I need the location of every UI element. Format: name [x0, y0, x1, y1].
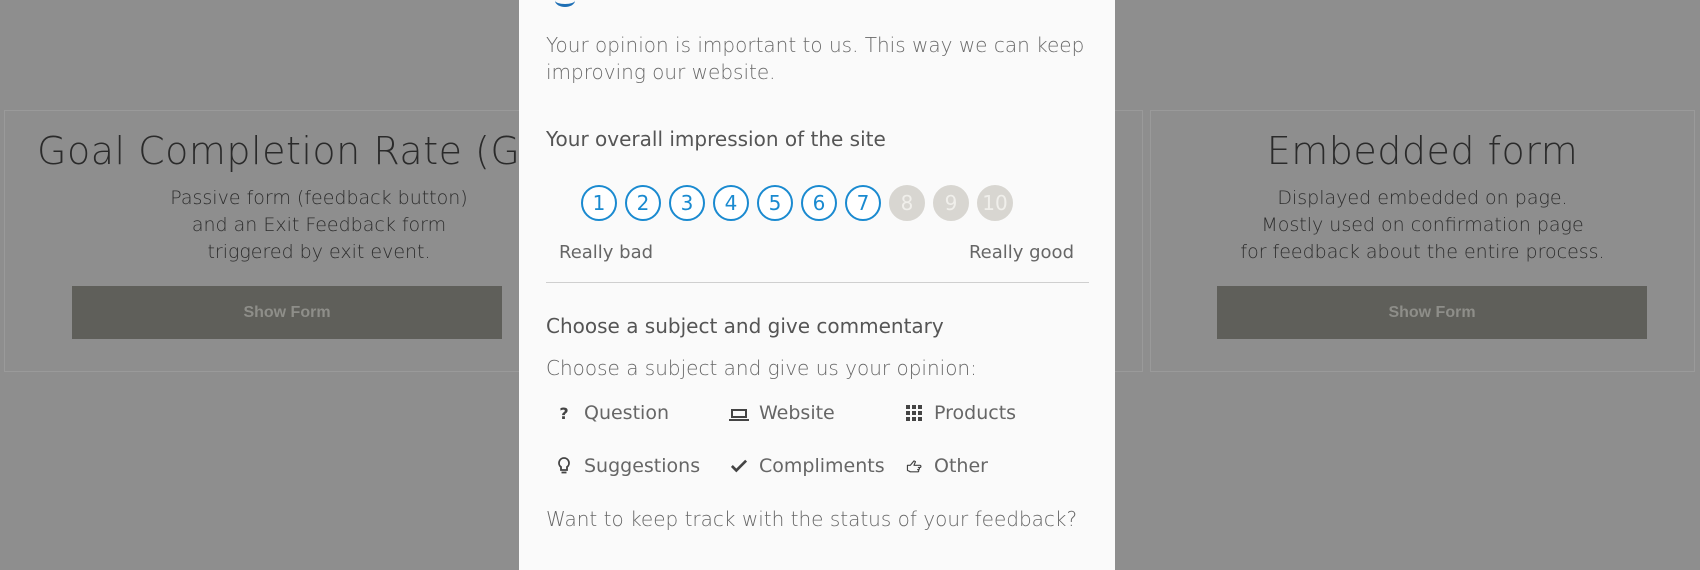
- lightbulb-icon: [556, 457, 572, 475]
- embedded-desc-line-3: for feedback about the entire process.: [1240, 241, 1605, 263]
- embedded-desc-line-2: Mostly used on confirmation page: [1261, 214, 1584, 236]
- rating-low-label: Really bad: [559, 242, 654, 263]
- embedded-card-description: Displayed embedded on page. Mostly used …: [1151, 185, 1694, 266]
- subject-suggestions[interactable]: Suggestions: [556, 455, 700, 477]
- question-mark-icon: ?: [559, 403, 569, 423]
- subject-compliments-label: Compliments: [759, 455, 885, 477]
- section-divider: [546, 282, 1089, 283]
- tracking-prompt: Want to keep track with the status of yo…: [546, 507, 1078, 531]
- checkmark-icon: [731, 457, 747, 475]
- feedback-modal: Your opinion is important to us. This wa…: [519, 0, 1115, 570]
- rating-scale: 1 2 3 4 5 6 7 8 9 10: [581, 185, 1013, 221]
- rating-option-6[interactable]: 6: [801, 185, 837, 221]
- subject-question[interactable]: ? Question: [556, 402, 669, 424]
- logo-icon: [555, 0, 575, 7]
- subject-products-label: Products: [934, 402, 1017, 424]
- rating-option-2[interactable]: 2: [625, 185, 661, 221]
- modal-intro-text: Your opinion is important to us. This wa…: [546, 33, 1085, 84]
- embedded-form-card: Embedded form Displayed embedded on page…: [1150, 110, 1695, 372]
- rating-option-8[interactable]: 8: [889, 185, 925, 221]
- subject-other[interactable]: Other: [906, 455, 988, 477]
- embedded-card-title: Embedded form: [1266, 129, 1579, 173]
- rating-title: Your overall impression of the site: [546, 127, 886, 151]
- subject-suggestions-label: Suggestions: [584, 455, 701, 477]
- rating-option-10[interactable]: 10: [977, 185, 1013, 221]
- rating-option-4[interactable]: 4: [713, 185, 749, 221]
- rating-option-9[interactable]: 9: [933, 185, 969, 221]
- rating-option-1[interactable]: 1: [581, 185, 617, 221]
- embedded-desc-line-1: Displayed embedded on page.: [1277, 187, 1568, 209]
- embedded-show-form-button[interactable]: Show Form: [1217, 286, 1647, 339]
- subject-title: Choose a subject and give commentary: [546, 314, 944, 338]
- subject-other-label: Other: [934, 455, 988, 477]
- subject-compliments[interactable]: Compliments: [731, 455, 885, 477]
- pointing-hand-icon: [906, 457, 922, 475]
- rating-option-7[interactable]: 7: [845, 185, 881, 221]
- subject-question-label: Question: [584, 402, 669, 424]
- subject-products[interactable]: Products: [906, 402, 1016, 424]
- grid-icon: [906, 404, 922, 422]
- rating-high-label: Really good: [968, 242, 1074, 263]
- rating-option-3[interactable]: 3: [669, 185, 705, 221]
- subject-website-label: Website: [759, 402, 835, 424]
- gcr-show-form-button[interactable]: Show Form: [72, 286, 502, 339]
- subject-prompt: Choose a subject and give us your opinio…: [546, 356, 977, 380]
- rating-option-5[interactable]: 5: [757, 185, 793, 221]
- laptop-icon: [729, 404, 749, 422]
- subject-website[interactable]: Website: [729, 402, 835, 424]
